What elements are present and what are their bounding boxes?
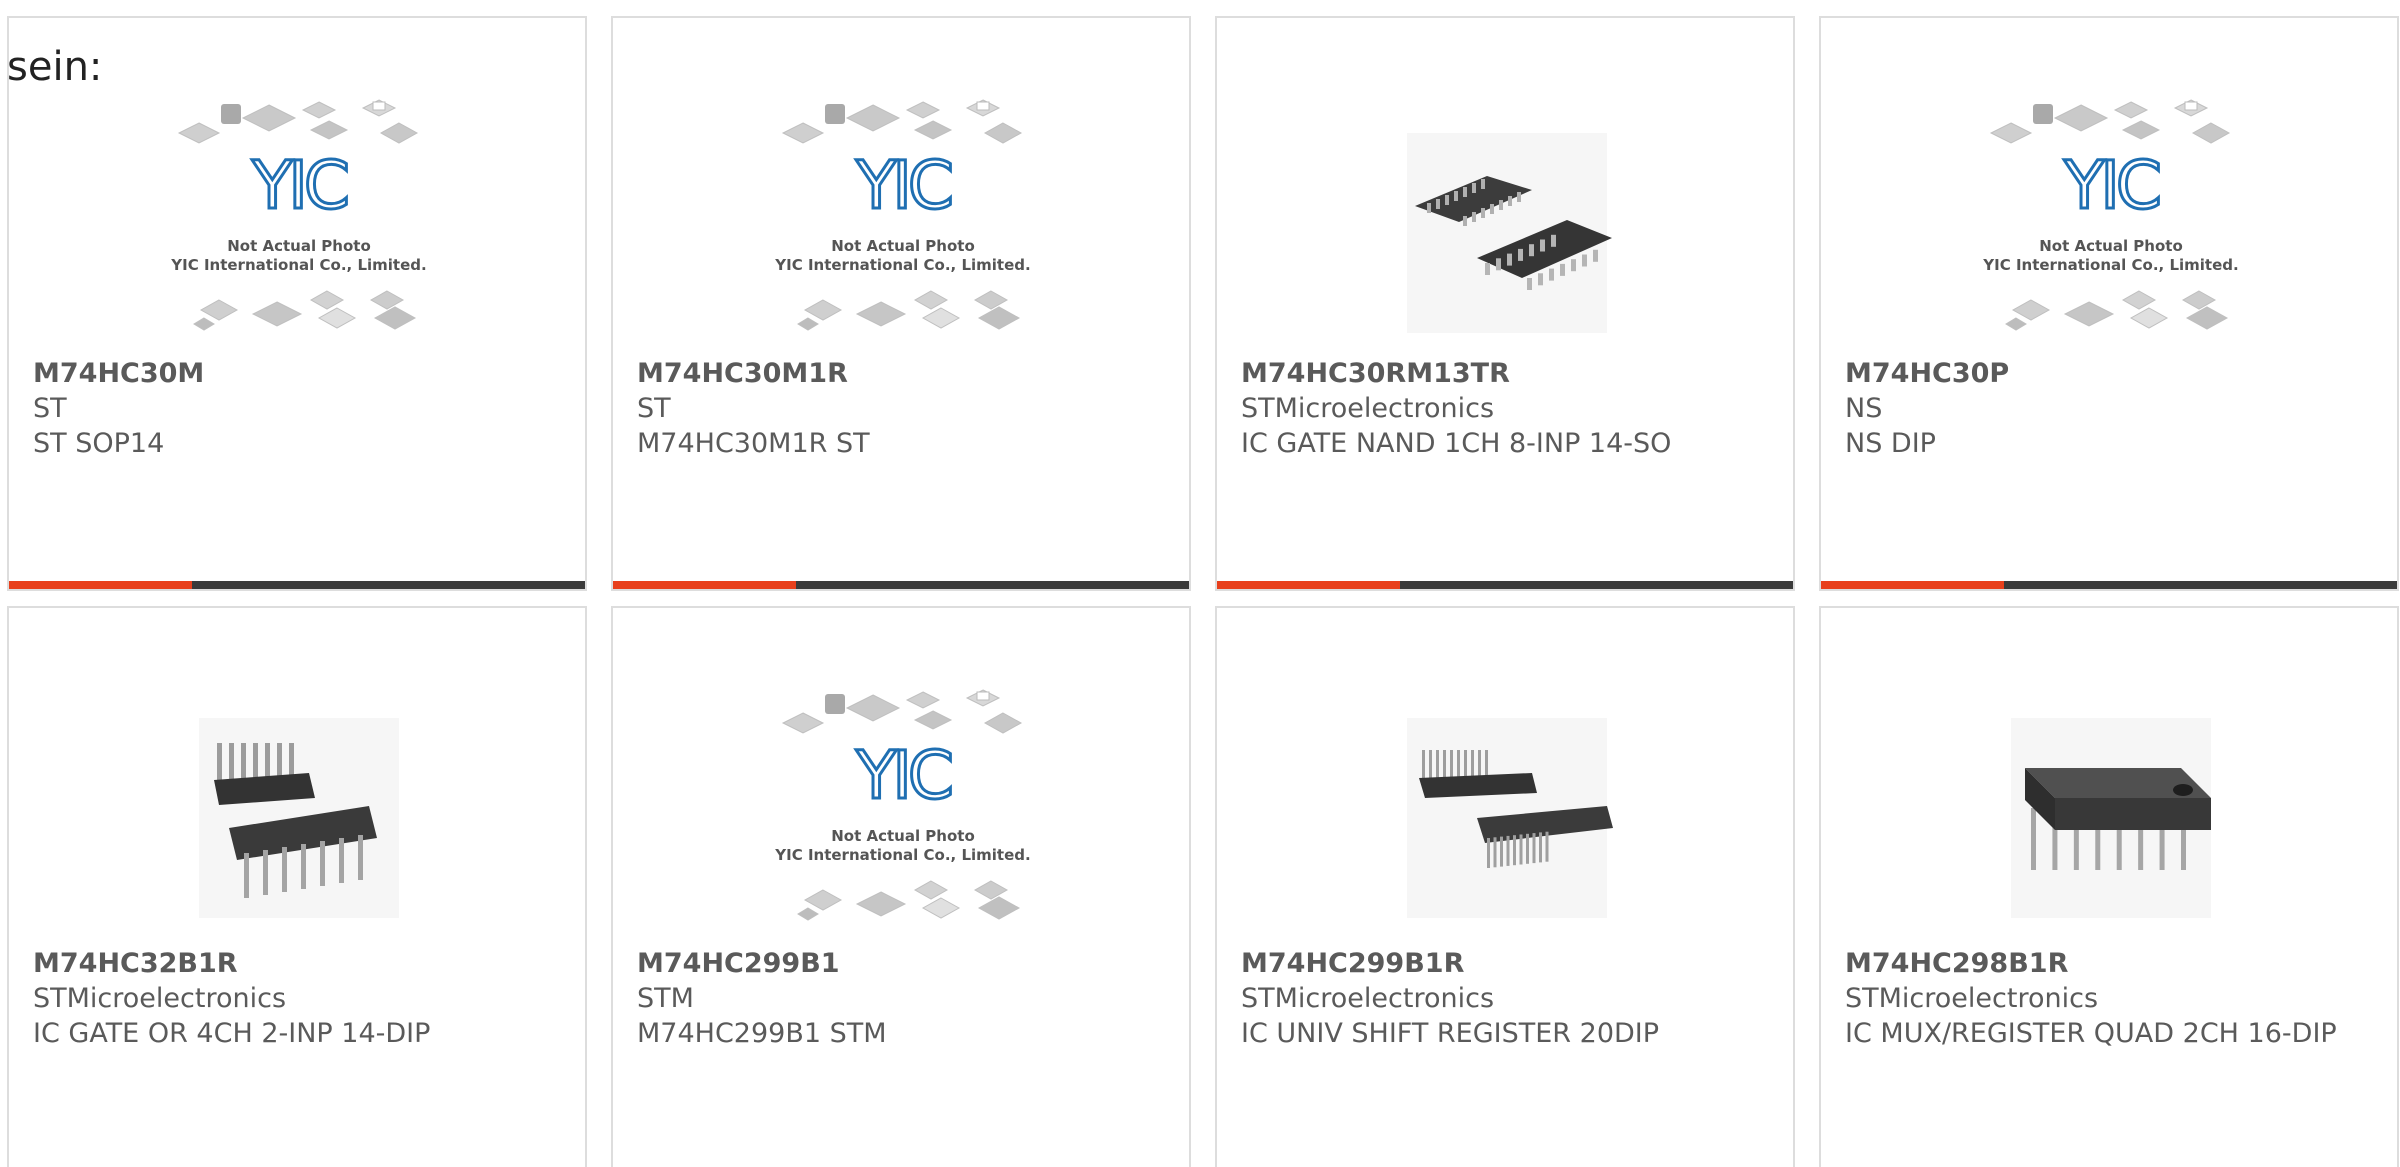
product-description: IC GATE NAND 1CH 8-INP 14-SO xyxy=(1241,428,1672,459)
product-info: M74HC30M ST ST SOP14 xyxy=(33,356,553,461)
product-description: NS DIP xyxy=(1845,428,1936,459)
product-image: YIC Not Actual Photo YIC International Co.… xyxy=(763,88,1043,358)
product-info: M74HC30RM13TR STMicroelectronics IC GATE… xyxy=(1241,356,1761,461)
product-info: M74HC299B1 STM M74HC299B1 STM xyxy=(637,946,1157,1051)
chip-thumbnails xyxy=(177,99,419,144)
yic-placeholder-graphic: YIC Not Actual PhotoYIC International Co.… xyxy=(170,99,427,331)
chip-thumbnails xyxy=(797,880,1021,921)
manufacturer-name: ST xyxy=(637,393,671,424)
product-info: M74HC299B1R STMicroelectronics IC UNIV S… xyxy=(1241,946,1761,1051)
product-info: M74HC30P NS NS DIP xyxy=(1845,356,2365,461)
product-image: YIC Not Actual Photo YIC International Co.… xyxy=(1971,88,2251,358)
product-description: M74HC30M1R ST xyxy=(637,428,870,459)
card-accent-bar xyxy=(9,581,192,589)
placeholder-caption-line2: YIC International Co., Limited. xyxy=(774,846,1030,864)
product-card[interactable]: YIC Not Actual Photo YIC International Co.… xyxy=(611,16,1191,591)
product-info: M74HC30M1R ST M74HC30M1R ST xyxy=(637,356,1157,461)
manufacturer-name: STMicroelectronics xyxy=(1241,393,1495,424)
chip-thumbnails xyxy=(1989,99,2231,144)
product-info: M74HC32B1R STMicroelectronics IC GATE OR… xyxy=(33,946,553,1051)
product-description: M74HC299B1 STM xyxy=(637,1018,887,1049)
yic-placeholder-graphic: YIC Not Actual PhotoYIC International Co.… xyxy=(774,99,1031,331)
chip-thumbnails xyxy=(2005,290,2229,331)
product-info: M74HC298B1R STMicroelectronics IC MUX/RE… xyxy=(1845,946,2365,1051)
ic-chip-photo xyxy=(1407,718,1613,918)
part-number[interactable]: M74HC299B1R xyxy=(1241,946,1761,981)
product-description: IC UNIV SHIFT REGISTER 20DIP xyxy=(1241,1018,1660,1049)
product-card[interactable]: M74HC299B1R STMicroelectronics IC UNIV S… xyxy=(1215,606,1795,1167)
product-image xyxy=(159,678,439,948)
chip-thumbnails xyxy=(781,689,1023,734)
product-card[interactable]: M74HC298B1R STMicroelectronics IC MUX/RE… xyxy=(1819,606,2399,1167)
placeholder-caption-line2: YIC International Co., Limited. xyxy=(170,256,426,274)
product-image xyxy=(1367,678,1647,948)
part-number[interactable]: M74HC30P xyxy=(1845,356,2365,391)
part-number[interactable]: M74HC299B1 xyxy=(637,946,1157,981)
card-footer-bar xyxy=(613,581,1189,589)
manufacturer-name: STMicroelectronics xyxy=(1845,983,2099,1014)
card-footer-bar xyxy=(1217,581,1793,589)
manufacturer-name: STMicroelectronics xyxy=(1241,983,1495,1014)
ic-chip-photo xyxy=(1407,133,1612,333)
part-number[interactable]: M74HC30M xyxy=(33,356,553,391)
product-image xyxy=(1367,88,1647,358)
card-accent-bar xyxy=(613,581,796,589)
placeholder-caption-line2: YIC International Co., Limited. xyxy=(774,256,1030,274)
placeholder-caption-line1: Not Actual Photo xyxy=(2039,237,2183,255)
ic-chip-photo xyxy=(2011,718,2211,918)
product-grid: YIC Not Actual Photo YIC International Co.… xyxy=(7,16,2399,1167)
chip-thumbnails xyxy=(781,99,1023,144)
yic-placeholder-graphic: YIC Not Actual PhotoYIC International Co.… xyxy=(774,689,1031,921)
product-description: IC MUX/REGISTER QUAD 2CH 16-DIP xyxy=(1845,1018,2337,1049)
part-number[interactable]: M74HC32B1R xyxy=(33,946,553,981)
manufacturer-name: STMicroelectronics xyxy=(33,983,287,1014)
chip-thumbnails xyxy=(193,290,417,331)
yic-logo: YIC xyxy=(251,147,347,224)
product-description: IC GATE OR 4CH 2-INP 14-DIP xyxy=(33,1018,431,1049)
yic-placeholder-graphic: YIC Not Actual PhotoYIC International Co.… xyxy=(1982,99,2239,331)
product-card[interactable]: M74HC30RM13TR STMicroelectronics IC GATE… xyxy=(1215,16,1795,591)
part-number[interactable]: M74HC298B1R xyxy=(1845,946,2365,981)
yic-logo: YIC xyxy=(855,147,951,224)
chip-thumbnails xyxy=(797,290,1021,331)
product-image: YIC Not Actual Photo YIC International Co.… xyxy=(159,88,439,358)
intro-text: sein: xyxy=(7,44,103,90)
yic-logo: YIC xyxy=(2063,147,2159,224)
card-accent-bar xyxy=(1217,581,1400,589)
product-card[interactable]: YIC Not Actual Photo YIC International Co.… xyxy=(611,606,1191,1167)
manufacturer-name: NS xyxy=(1845,393,1883,424)
placeholder-caption-line1: Not Actual Photo xyxy=(831,827,975,845)
product-card[interactable]: M74HC32B1R STMicroelectronics IC GATE OR… xyxy=(7,606,587,1167)
product-image xyxy=(1971,678,2251,948)
placeholder-caption-line2: YIC International Co., Limited. xyxy=(1982,256,2238,274)
manufacturer-name: ST xyxy=(33,393,67,424)
card-footer-bar xyxy=(1821,581,2397,589)
ic-chip-photo xyxy=(199,718,399,918)
placeholder-caption-line1: Not Actual Photo xyxy=(227,237,371,255)
product-image: YIC Not Actual Photo YIC International Co.… xyxy=(763,678,1043,948)
card-footer-bar xyxy=(9,581,585,589)
product-description: ST SOP14 xyxy=(33,428,165,459)
manufacturer-name: STM xyxy=(637,983,694,1014)
part-number[interactable]: M74HC30M1R xyxy=(637,356,1157,391)
product-card[interactable]: YIC Not Actual Photo YIC International Co.… xyxy=(7,16,587,591)
yic-logo: YIC xyxy=(855,737,951,814)
product-card[interactable]: YIC Not Actual Photo YIC International Co.… xyxy=(1819,16,2399,591)
card-accent-bar xyxy=(1821,581,2004,589)
product-listing-page: sein: YIC Not Actual Photo YIC Internation… xyxy=(0,0,2400,1167)
part-number[interactable]: M74HC30RM13TR xyxy=(1241,356,1761,391)
placeholder-caption-line1: Not Actual Photo xyxy=(831,237,975,255)
